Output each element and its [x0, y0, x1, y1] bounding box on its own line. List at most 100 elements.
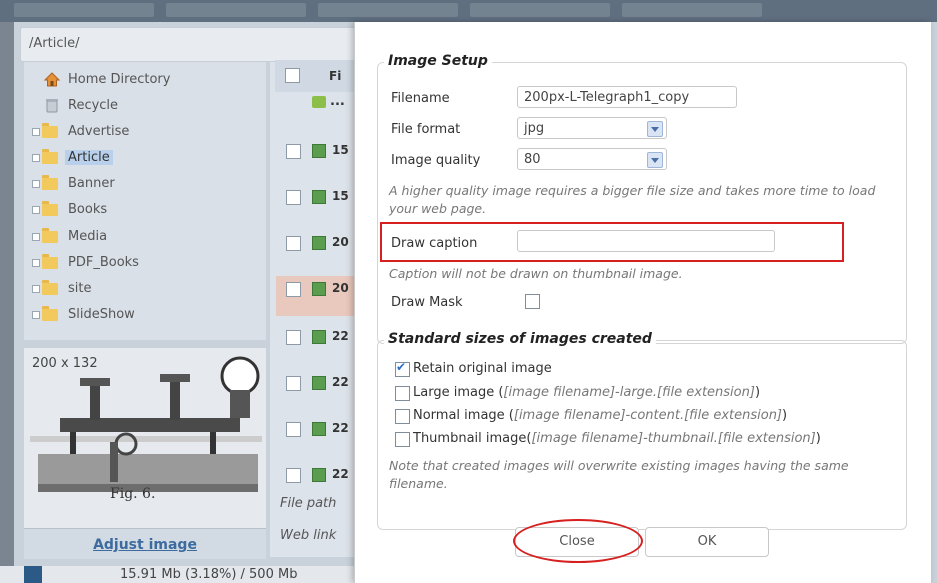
current-path: /Article/: [29, 36, 80, 51]
file-format-label: File format: [391, 122, 461, 137]
adjust-image-link[interactable]: Adjust image: [24, 537, 266, 553]
filename-field[interactable]: [517, 86, 737, 108]
row-checkbox[interactable]: [286, 468, 301, 483]
tree-item-label: Recycle: [68, 98, 119, 113]
close-highlight-annotation: [513, 519, 643, 563]
image-file-icon: [312, 144, 326, 158]
thumbnail-image-checkbox[interactable]: [395, 432, 410, 447]
folder-icon: [42, 175, 58, 190]
table-row-selected[interactable]: 20: [276, 276, 362, 316]
normal-image-label: Normal image ([image filename]-content.[…: [413, 408, 788, 423]
image-quality-value: 80: [524, 152, 541, 167]
tree-item-label: SlideShow: [68, 307, 135, 322]
file-format-select[interactable]: jpg: [517, 117, 667, 139]
retain-original-label: Retain original image: [413, 361, 552, 376]
usage-text: 15.91 Mb (3.18%) / 500 Mb: [120, 567, 298, 582]
recycle-icon: [46, 99, 58, 113]
top-tab[interactable]: [14, 3, 154, 17]
top-tab[interactable]: [622, 3, 762, 17]
row-checkbox[interactable]: [286, 282, 301, 297]
quality-note: A higher quality image requires a bigger…: [389, 183, 876, 216]
tree-item-label: site: [68, 281, 92, 296]
folder-up-icon: [312, 96, 326, 108]
image-file-icon: [312, 330, 326, 344]
tree-item-books[interactable]: Books: [24, 199, 264, 221]
expand-icon[interactable]: [32, 285, 40, 293]
normal-image-checkbox[interactable]: [395, 409, 410, 424]
large-image-checkbox[interactable]: [395, 386, 410, 401]
expand-icon[interactable]: [32, 128, 40, 136]
large-image-label: Large image ([image filename]-large.[fil…: [413, 385, 761, 400]
folder-tree: Home Directory Recycle Advertise Article…: [24, 62, 266, 340]
image-file-icon: [312, 468, 326, 482]
expand-icon[interactable]: [32, 180, 40, 188]
row-checkbox[interactable]: [286, 330, 301, 345]
top-tab[interactable]: [470, 3, 610, 17]
table-row[interactable]: 22: [282, 464, 362, 488]
tree-item-advertise[interactable]: Advertise: [24, 121, 264, 143]
parent-folder-row[interactable]: ...: [282, 94, 362, 118]
tree-item-media[interactable]: Media: [24, 226, 264, 248]
table-row[interactable]: 20: [282, 232, 362, 256]
table-row[interactable]: 15: [282, 140, 362, 164]
draw-mask-checkbox[interactable]: [525, 294, 540, 309]
tree-item-label: Media: [68, 229, 108, 244]
top-tab-bar: [0, 0, 937, 22]
path-bar: /Article/: [20, 27, 362, 62]
column-header-filename[interactable]: Fi: [329, 69, 341, 83]
file-name: 22: [332, 421, 349, 435]
standard-sizes-legend: Standard sizes of images created: [384, 331, 656, 347]
row-checkbox[interactable]: [286, 236, 301, 251]
retain-original-checkbox[interactable]: [395, 360, 410, 377]
top-tab[interactable]: [318, 3, 458, 17]
thumbnail-image-label: Thumbnail image([image filename]-thumbna…: [413, 431, 821, 446]
tree-item-label: Home Directory: [68, 72, 171, 87]
web-link-label: Web link: [280, 528, 337, 543]
tree-item-label: Books: [68, 202, 108, 217]
tree-item-home[interactable]: Home Directory: [24, 69, 264, 91]
expand-icon[interactable]: [32, 311, 40, 319]
image-setup-dialog: Image Setup Filename File format jpg Ima…: [354, 22, 931, 583]
tree-item-label: Banner: [68, 176, 115, 191]
image-quality-select[interactable]: 80: [517, 148, 667, 170]
folder-icon: [42, 123, 58, 138]
tree-item-recycle[interactable]: Recycle: [24, 95, 264, 117]
tree-item-site[interactable]: site: [24, 278, 264, 300]
file-name: 22: [332, 329, 349, 343]
folder-icon: [42, 280, 58, 295]
parent-folder-label: ...: [330, 94, 345, 109]
adjust-image-link-bar: Adjust image: [24, 528, 266, 559]
row-checkbox[interactable]: [286, 422, 301, 437]
row-checkbox[interactable]: [286, 144, 301, 159]
tree-item-article[interactable]: Article: [24, 147, 264, 169]
table-row[interactable]: 22: [282, 372, 362, 396]
tree-item-pdf-books[interactable]: PDF_Books: [24, 252, 264, 274]
expand-icon[interactable]: [32, 233, 40, 241]
file-name: 20: [332, 281, 349, 295]
tree-item-slideshow[interactable]: SlideShow: [24, 304, 264, 326]
image-file-icon: [312, 190, 326, 204]
image-setup-legend: Image Setup: [384, 53, 492, 69]
row-checkbox[interactable]: [286, 190, 301, 205]
top-tab[interactable]: [166, 3, 306, 17]
file-format-value: jpg: [524, 121, 545, 136]
table-row[interactable]: 22: [282, 326, 362, 350]
table-row[interactable]: 15: [282, 186, 362, 210]
folder-open-icon: [42, 149, 58, 164]
ok-button[interactable]: OK: [645, 527, 769, 557]
expand-icon[interactable]: [32, 206, 40, 214]
expand-icon[interactable]: [32, 259, 40, 267]
select-all-checkbox[interactable]: [285, 68, 300, 83]
file-name: 22: [332, 467, 349, 481]
table-row[interactable]: 22: [282, 418, 362, 442]
file-list-header: Fi: [275, 60, 360, 92]
folder-icon: [42, 254, 58, 269]
preview-caption: Fig. 6.: [110, 486, 156, 502]
row-checkbox[interactable]: [286, 376, 301, 391]
tree-item-label: Advertise: [68, 124, 130, 139]
filename-label: Filename: [391, 91, 450, 106]
image-file-icon: [312, 282, 326, 296]
tree-item-label: PDF_Books: [68, 255, 139, 270]
expand-icon[interactable]: [32, 154, 40, 162]
tree-item-banner[interactable]: Banner: [24, 173, 264, 195]
